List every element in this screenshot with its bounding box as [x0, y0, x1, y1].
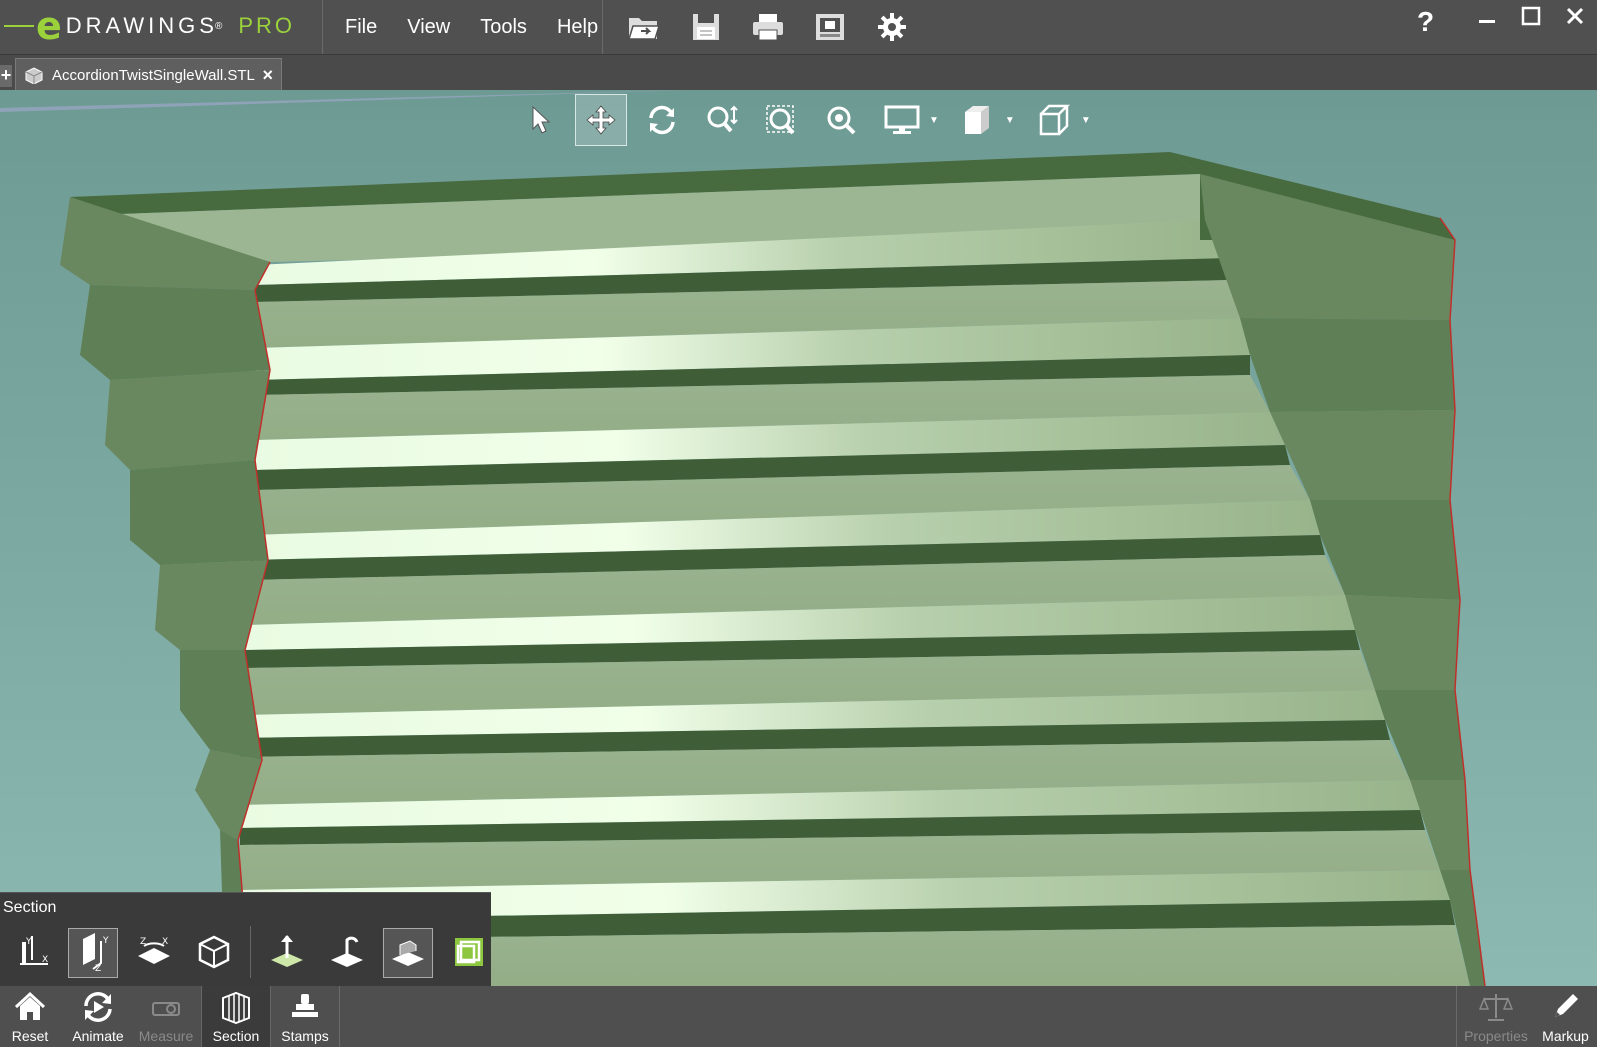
- page-setup-icon[interactable]: [808, 5, 852, 49]
- 3d-viewport[interactable]: ▼ ▼ ▼: [0, 90, 1597, 986]
- view-toolbar: ▼ ▼ ▼: [515, 94, 1105, 146]
- stamps-button[interactable]: Stamps: [270, 986, 340, 1047]
- model-render: [0, 90, 1486, 986]
- app-logo: e DRAWINGS ® PRO: [4, 6, 295, 46]
- close-icon[interactable]: [1553, 0, 1597, 32]
- quick-access-toolbar: [622, 4, 932, 50]
- markup-button[interactable]: Markup: [1534, 986, 1597, 1047]
- section-icon: [219, 986, 253, 1028]
- properties-label: Properties: [1464, 1028, 1528, 1044]
- document-tab[interactable]: AccordionTwistSingleWall.STL ×: [15, 58, 282, 91]
- svg-text:Y: Y: [102, 936, 109, 946]
- display-style-dropdown[interactable]: ▼: [929, 115, 939, 126]
- stamps-icon: [288, 986, 322, 1028]
- logo-registered: ®: [214, 20, 223, 32]
- menu-file[interactable]: File: [345, 16, 377, 39]
- section-xy-plane-icon[interactable]: YX: [8, 928, 56, 976]
- animate-button[interactable]: Animate: [67, 986, 129, 1047]
- section-zx-plane-icon[interactable]: ZX: [130, 928, 178, 976]
- svg-text:X: X: [162, 937, 168, 947]
- menu-help[interactable]: Help: [557, 16, 598, 39]
- maximize-icon[interactable]: [1509, 0, 1553, 32]
- home-icon: [13, 986, 47, 1028]
- section-yz-plane-icon[interactable]: YZ: [68, 928, 118, 978]
- views-dropdown[interactable]: ▼: [1005, 115, 1015, 126]
- logo-bar: [4, 25, 34, 27]
- separator: [1456, 986, 1457, 1047]
- section-label: Section: [212, 1028, 260, 1044]
- bottom-toolbar: Reset Animate Measure Section Stamps Pro…: [0, 986, 1597, 1047]
- section-button[interactable]: Section: [201, 986, 271, 1047]
- section-tools-separator: [250, 926, 251, 978]
- menu-view[interactable]: View: [407, 16, 450, 39]
- display-style-icon[interactable]: [877, 95, 927, 145]
- pan-icon[interactable]: [575, 94, 627, 146]
- section-panel: Section YX YZ ZX: [0, 892, 491, 987]
- minimize-icon[interactable]: [1465, 0, 1509, 32]
- stl-file-icon: [24, 66, 44, 84]
- svg-text:Z: Z: [95, 964, 101, 973]
- reset-label: Reset: [11, 1028, 49, 1044]
- help-button[interactable]: ?: [1417, 6, 1434, 38]
- animate-label: Animate: [72, 1028, 124, 1044]
- properties-button[interactable]: Properties: [1458, 986, 1534, 1047]
- svg-text:Y: Y: [25, 937, 32, 947]
- measure-icon: [149, 986, 183, 1028]
- svg-text:Z: Z: [140, 937, 146, 947]
- window-controls: [1465, 0, 1597, 54]
- logo-edition: PRO: [238, 13, 296, 38]
- document-tab-bar: + AccordionTwistSingleWall.STL ×: [0, 55, 1597, 91]
- select-icon[interactable]: [515, 95, 565, 145]
- logo-name: DRAWINGS: [65, 13, 218, 38]
- separator: [322, 0, 323, 54]
- orientation-dropdown[interactable]: ▼: [1081, 115, 1091, 126]
- stamps-label: Stamps: [281, 1028, 329, 1044]
- rotate-icon[interactable]: [637, 95, 687, 145]
- open-icon[interactable]: [622, 5, 666, 49]
- markup-label: Markup: [1542, 1028, 1589, 1044]
- section-box-icon[interactable]: [190, 928, 238, 976]
- views-icon[interactable]: [953, 95, 1003, 145]
- menu-bar: File View Tools Help: [330, 0, 613, 54]
- section-cap-color-icon[interactable]: [445, 928, 493, 976]
- print-icon[interactable]: [746, 5, 790, 49]
- menu-tools[interactable]: Tools: [480, 16, 527, 39]
- separator: [339, 986, 340, 1047]
- svg-text:X: X: [42, 955, 48, 965]
- section-cap-icon[interactable]: [323, 928, 371, 976]
- save-icon[interactable]: [684, 5, 728, 49]
- left-wall: [60, 197, 271, 986]
- measure-button[interactable]: Measure: [135, 986, 197, 1047]
- properties-scale-icon: [1479, 986, 1513, 1028]
- logo-letter: e: [36, 4, 62, 48]
- new-tab-button[interactable]: +: [0, 65, 12, 87]
- measure-label: Measure: [138, 1028, 194, 1044]
- zoom-window-icon[interactable]: [757, 95, 807, 145]
- section-panel-title: Section: [3, 899, 57, 916]
- title-bar: e DRAWINGS ® PRO File View Tools Help ?: [0, 0, 1597, 55]
- close-tab-button[interactable]: ×: [262, 65, 273, 86]
- animate-icon: [81, 986, 115, 1028]
- markup-pencil-icon: [1549, 986, 1583, 1028]
- show-section-plane-icon[interactable]: [383, 928, 433, 978]
- settings-gear-icon[interactable]: [870, 5, 914, 49]
- document-tab-title: AccordionTwistSingleWall.STL: [52, 66, 255, 84]
- orientation-cube-icon[interactable]: [1029, 95, 1079, 145]
- zoom-fit-icon[interactable]: [817, 95, 867, 145]
- section-tools: YX YZ ZX: [8, 926, 505, 978]
- zoom-icon[interactable]: [697, 95, 747, 145]
- reset-button[interactable]: Reset: [0, 986, 60, 1047]
- flip-section-icon[interactable]: [263, 928, 311, 976]
- separator: [602, 0, 603, 54]
